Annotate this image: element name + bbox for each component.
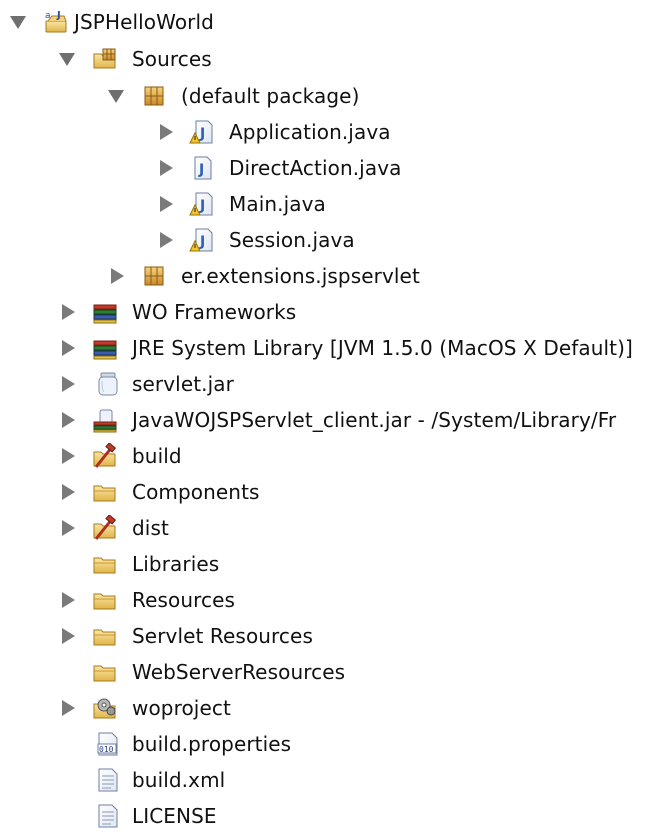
folder-icon: [92, 551, 118, 577]
tree-item-javawojspservlet-client-jar[interactable]: JavaWOJSPServlet_client.jar - /System/Li…: [0, 402, 651, 438]
expand-arrow-icon[interactable]: [160, 196, 173, 212]
tree-item-woproject[interactable]: woproject: [0, 690, 651, 726]
text-file-icon: [95, 767, 121, 793]
java-file-icon: J: [189, 155, 215, 181]
tree-item-label: JSPHelloWorld: [74, 10, 214, 34]
folder-icon: [92, 659, 118, 685]
tree-item-label: build.xml: [132, 768, 226, 792]
tree-item-dist[interactable]: dist: [0, 510, 651, 546]
tree-item-label: WebServerResources: [132, 660, 346, 684]
tree-item-libraries[interactable]: Libraries: [0, 546, 651, 582]
svg-text:J: J: [56, 10, 61, 21]
tree-item-label: LICENSE: [132, 804, 217, 828]
expand-arrow-icon[interactable]: [62, 700, 75, 716]
expand-arrow-icon[interactable]: [111, 268, 124, 284]
external-jar-icon: [92, 407, 118, 433]
java-file-warning-icon: J: [189, 191, 215, 217]
tree-item-jre-system-library[interactable]: JRE System Library [JVM 1.5.0 (MacOS X D…: [0, 330, 651, 366]
tree-item-label: er.extensions.jspservlet: [181, 264, 420, 288]
tree-item-wo-frameworks[interactable]: WO Frameworks: [0, 294, 651, 330]
text-file-icon: [95, 803, 121, 829]
settings-folder-icon: [92, 695, 118, 721]
expand-arrow-icon[interactable]: [10, 16, 26, 29]
tree-item-er-extensions-jspservlet[interactable]: er.extensions.jspservlet: [0, 258, 651, 294]
svg-text:J: J: [199, 234, 205, 250]
tree-item-label: Libraries: [132, 552, 220, 576]
tree-item-label: JavaWOJSPServlet_client.jar - /System/Li…: [132, 408, 617, 432]
package-icon: [141, 83, 167, 109]
tree-item-session-java[interactable]: J Session.java: [0, 222, 651, 258]
tree-item-servlet-resources[interactable]: Servlet Resources: [0, 618, 651, 654]
expand-arrow-icon[interactable]: [62, 484, 75, 500]
tree-item-label: Components: [132, 480, 260, 504]
expand-arrow-icon[interactable]: [160, 160, 173, 176]
svg-text:J: J: [199, 126, 205, 142]
expand-arrow-icon[interactable]: [62, 340, 75, 356]
tree-item-build-xml[interactable]: build.xml: [0, 762, 651, 798]
tree-item-components[interactable]: Components: [0, 474, 651, 510]
expand-arrow-icon[interactable]: [62, 304, 75, 320]
tree-item-sources[interactable]: Sources: [0, 41, 651, 77]
expand-arrow-icon[interactable]: [62, 520, 75, 536]
tree-item-main-java[interactable]: J Main.java: [0, 186, 651, 222]
tree-item-default-package[interactable]: (default package): [0, 78, 651, 114]
expand-arrow-icon[interactable]: [62, 448, 75, 464]
build-folder-icon: [92, 443, 118, 469]
expand-arrow-icon[interactable]: [160, 124, 173, 140]
properties-file-icon: 010: [95, 731, 121, 757]
expand-arrow-icon[interactable]: [59, 53, 75, 66]
tree-item-label: Session.java: [229, 228, 355, 252]
svg-text:J: J: [199, 198, 205, 214]
svg-text:a: a: [45, 11, 51, 21]
expand-arrow-icon[interactable]: [62, 376, 75, 392]
tree-item-directaction-java[interactable]: J DirectAction.java: [0, 150, 651, 186]
tree-item-servlet-jar[interactable]: servlet.jar: [0, 366, 651, 402]
java-file-warning-icon: J: [189, 119, 215, 145]
tree-item-application-java[interactable]: J Application.java: [0, 114, 651, 150]
tree-item-label: (default package): [181, 84, 360, 108]
library-icon: [92, 299, 118, 325]
folder-icon: [92, 587, 118, 613]
tree-item-label: servlet.jar: [132, 372, 234, 396]
tree-item-label: DirectAction.java: [229, 156, 402, 180]
svg-text:010: 010: [99, 745, 114, 754]
library-icon: [92, 335, 118, 361]
source-folder-icon: [92, 46, 118, 72]
tree-item-label: build: [132, 444, 182, 468]
expand-arrow-icon[interactable]: [108, 90, 124, 103]
tree-item-label: Main.java: [229, 192, 326, 216]
build-folder-icon: [92, 515, 118, 541]
expand-arrow-icon[interactable]: [160, 232, 173, 248]
tree-item-label: Servlet Resources: [132, 624, 313, 648]
tree-item-label: WO Frameworks: [132, 300, 297, 324]
tree-item-label: Application.java: [229, 120, 391, 144]
tree-item-label: woproject: [132, 696, 231, 720]
folder-icon: [92, 623, 118, 649]
tree-item-build-properties[interactable]: 010 build.properties: [0, 726, 651, 762]
tree-item-label: Resources: [132, 588, 236, 612]
jar-icon: [95, 371, 121, 397]
svg-text:J: J: [198, 162, 204, 178]
folder-icon: [92, 479, 118, 505]
tree-item-jsphelloworld[interactable]: a J JSPHelloWorld: [0, 4, 651, 40]
tree-item-label: build.properties: [132, 732, 292, 756]
expand-arrow-icon[interactable]: [62, 628, 75, 644]
project-explorer-tree: a J JSPHelloWorld Sources (default packa…: [0, 0, 651, 829]
tree-item-resources[interactable]: Resources: [0, 582, 651, 618]
tree-item-webserverresources[interactable]: WebServerResources: [0, 654, 651, 690]
tree-item-label: dist: [132, 516, 169, 540]
java-file-warning-icon: J: [189, 227, 215, 253]
tree-item-label: Sources: [132, 47, 212, 71]
expand-arrow-icon[interactable]: [62, 412, 75, 428]
tree-item-build[interactable]: build: [0, 438, 651, 474]
expand-arrow-icon[interactable]: [62, 592, 75, 608]
package-icon: [141, 263, 167, 289]
web-project-icon: a J: [43, 9, 69, 35]
tree-item-label: JRE System Library [JVM 1.5.0 (MacOS X D…: [132, 336, 633, 360]
